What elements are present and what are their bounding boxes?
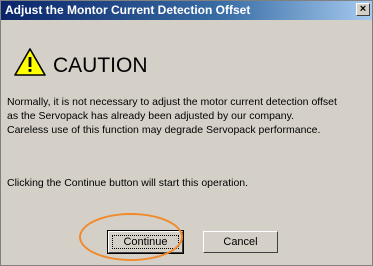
title-bar[interactable]: Adjust the Montor Current Detection Offs… (1, 1, 372, 20)
message-line: Normally, it is not necessary to adjust … (7, 96, 337, 108)
focus-rect (112, 235, 179, 249)
caution-label: CAUTION (53, 54, 148, 77)
dialog-title: Adjust the Montor Current Detection Offs… (5, 3, 251, 17)
warning-triangle-icon (14, 48, 46, 76)
close-button[interactable]: × (356, 3, 370, 16)
close-icon: × (359, 3, 367, 15)
dialog-window: Adjust the Montor Current Detection Offs… (0, 0, 373, 266)
message-line: Careless use of this function may degrad… (7, 124, 321, 136)
cancel-button[interactable]: Cancel (203, 231, 278, 253)
instruction-text: Clicking the Continue button will start … (7, 177, 249, 189)
cancel-label: Cancel (223, 236, 258, 248)
continue-button[interactable]: Continue (107, 230, 184, 254)
message-line: as the Servopack has already been adjust… (7, 110, 294, 122)
